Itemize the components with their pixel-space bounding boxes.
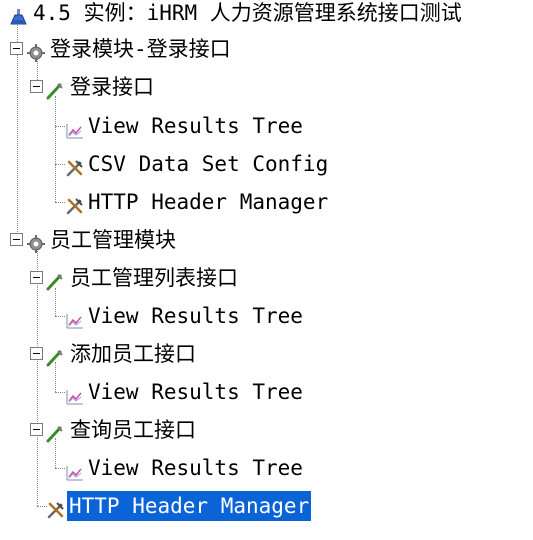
tree-node-label: 员工管理列表接口 xyxy=(70,266,238,290)
tree-connector xyxy=(55,164,65,165)
config-wrench-icon xyxy=(66,155,84,177)
tree-connector xyxy=(55,316,65,317)
thread-group-icon xyxy=(27,40,45,62)
collapse-toggle-icon[interactable] xyxy=(30,423,43,436)
tree-connector xyxy=(55,392,65,393)
config-wrench-icon xyxy=(47,497,65,519)
tree-connector xyxy=(55,202,65,203)
test-plan-icon xyxy=(10,4,28,25)
collapse-toggle-icon[interactable] xyxy=(10,42,23,55)
tree-connector xyxy=(37,506,47,507)
tree-node-label: 登录模块-登录接口 xyxy=(50,37,231,61)
tree-node-label: 登录接口 xyxy=(70,75,154,99)
config-wrench-icon xyxy=(66,193,84,215)
tree-node-label: View Results Tree xyxy=(88,304,303,328)
tree-node-label: HTTP Header Manager xyxy=(67,491,312,521)
tree-node-label: 查询员工接口 xyxy=(70,418,196,442)
http-sampler-icon xyxy=(46,78,64,100)
tree-node-label: View Results Tree xyxy=(88,380,303,404)
listener-icon xyxy=(66,384,84,405)
test-plan-tree: 4.5 实例：iHRM 人力资源管理系统接口测试 登录模块-登录接口 登录接口 xyxy=(0,0,533,540)
http-sampler-icon xyxy=(46,421,64,443)
tree-connector xyxy=(55,288,56,316)
tree-node-label: View Results Tree xyxy=(88,114,303,138)
tree-node-label: 员工管理模块 xyxy=(50,228,176,252)
tree-node-label: 4.5 实例：iHRM 人力资源管理系统接口测试 xyxy=(33,1,462,25)
listener-icon xyxy=(66,460,84,481)
tree-connector xyxy=(55,468,65,469)
tree-node-label: 添加员工接口 xyxy=(70,342,196,366)
http-sampler-icon xyxy=(46,269,64,291)
collapse-toggle-icon[interactable] xyxy=(30,80,43,93)
thread-group-icon xyxy=(27,231,45,253)
tree-connector xyxy=(37,248,38,506)
listener-icon xyxy=(66,118,84,139)
collapse-toggle-icon[interactable] xyxy=(30,347,43,360)
tree-node-label: CSV Data Set Config xyxy=(88,152,329,176)
tree-node-label: HTTP Header Manager xyxy=(88,190,329,214)
tree-connector xyxy=(55,126,65,127)
listener-icon xyxy=(66,308,84,329)
tree-connector xyxy=(55,96,56,202)
http-sampler-icon xyxy=(46,345,64,367)
tree-node-label: View Results Tree xyxy=(88,456,303,480)
collapse-toggle-icon[interactable] xyxy=(10,233,23,246)
collapse-toggle-icon[interactable] xyxy=(30,271,43,284)
